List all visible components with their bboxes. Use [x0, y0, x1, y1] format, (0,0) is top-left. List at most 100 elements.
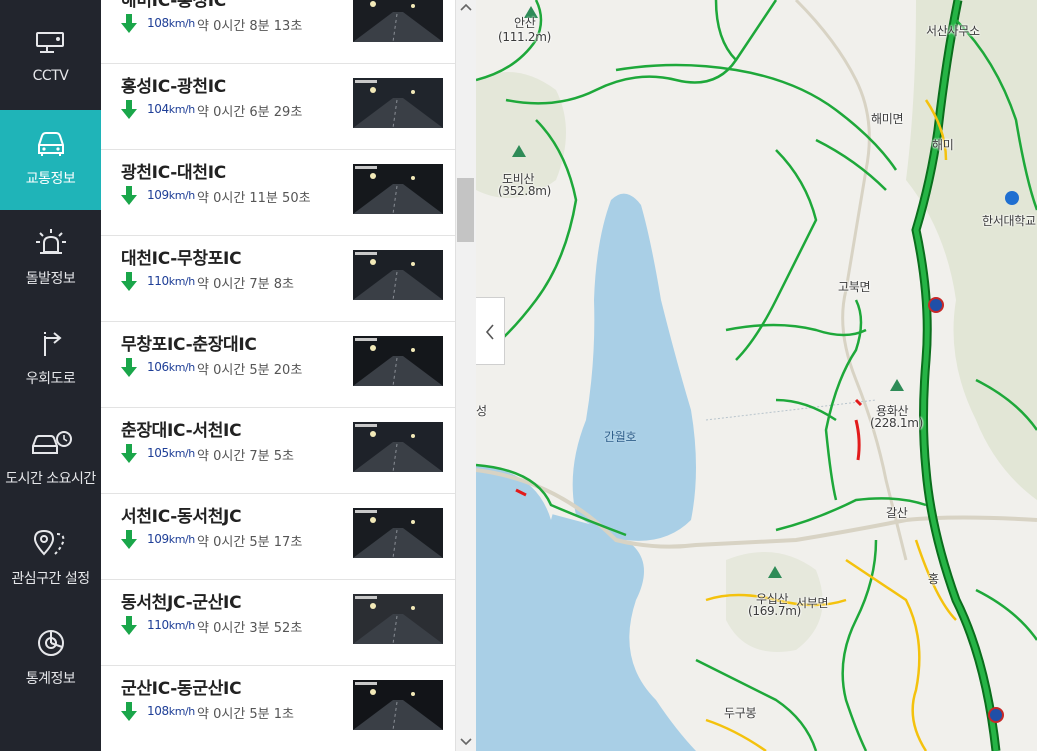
segment-row[interactable]: 광천IC-대천IC 109km/h 약 0시간 11분 50초	[101, 150, 455, 236]
segment-name: 동서천JC-군산IC	[121, 593, 242, 613]
cctv-thumbnail[interactable]	[353, 78, 443, 128]
map-label-ganwolho: 간월호	[604, 430, 637, 444]
app-root: CCTV 교통정보 돌발정보 우회도로 도시간 소요시간 관심구간 설정 통계정…	[0, 0, 1037, 751]
map-label-yonghwasan-height: (228.1m)	[870, 416, 924, 430]
speed-down-arrow-icon	[121, 14, 137, 33]
map-label-hanseo-univ: 한서대학교	[982, 214, 1036, 228]
traffic-map[interactable]: 안산 (111.2m) 도비산 (352.8m) 간월호 서산사무소 해미면 해…	[476, 0, 1037, 751]
segment-row[interactable]: 무창포IC-춘장대IC 106km/h 약 0시간 5분 20초	[101, 322, 455, 408]
nav-item-detour-road[interactable]: 우회도로	[0, 310, 101, 410]
segment-travel-time: 약 0시간 7분 8초	[197, 277, 295, 292]
segment-row[interactable]: 군산IC-동군산IC 108km/h 약 0시간 5분 1초	[101, 666, 455, 751]
cctv-thumbnail[interactable]	[353, 594, 443, 644]
scroll-up-arrow-icon[interactable]	[460, 3, 472, 11]
segment-travel-time: 약 0시간 8분 13초	[197, 19, 303, 34]
segment-travel-time: 약 0시간 5분 20초	[197, 363, 303, 378]
map-label-ansan-height: (111.2m)	[498, 30, 552, 44]
nav-label-statistics: 통계정보	[25, 671, 76, 687]
location-pin-icon	[25, 528, 77, 558]
segment-name: 광천IC-대천IC	[121, 163, 226, 183]
side-navigation: CCTV 교통정보 돌발정보 우회도로 도시간 소요시간 관심구간 설정 통계정…	[0, 0, 101, 751]
segment-row[interactable]: 춘장대IC-서천IC 105km/h 약 0시간 7분 5초	[101, 408, 455, 494]
speed-down-arrow-icon	[121, 358, 137, 377]
segment-speed: 106km/h	[147, 360, 195, 374]
nav-item-incident-info[interactable]: 돌발정보	[0, 210, 101, 310]
segment-speed: 105km/h	[147, 446, 195, 460]
car-clock-icon	[25, 428, 77, 458]
segment-row[interactable]: 홍성IC-광천IC 104km/h 약 0시간 6분 29초	[101, 64, 455, 150]
map-label-seosan-office: 서산사무소	[926, 24, 980, 38]
nav-item-traffic-info[interactable]: 교통정보	[0, 110, 101, 210]
speed-down-arrow-icon	[121, 272, 137, 291]
map-label-dobisan-height: (352.8m)	[498, 184, 552, 198]
map-label-hong: 홍	[928, 572, 939, 586]
map-label-ansan: 안산	[514, 16, 536, 30]
map-label-dugubong: 두구봉	[724, 706, 757, 720]
cctv-thumbnail[interactable]	[353, 336, 443, 386]
cctv-thumbnail[interactable]	[353, 250, 443, 300]
map-label-seobu-myeon: 서부면	[796, 596, 829, 610]
nav-label-intercity-time: 도시간 소요시간	[5, 471, 96, 487]
speed-down-arrow-icon	[121, 444, 137, 463]
segment-speed: 108km/h	[147, 16, 195, 30]
car-icon	[25, 128, 77, 158]
map-label-seong: 성	[476, 404, 487, 418]
segment-row[interactable]: 대천IC-무창포IC 110km/h 약 0시간 7분 8초	[101, 236, 455, 322]
map-label-galsan: 갈산	[886, 506, 908, 520]
collapse-panel-button[interactable]	[476, 297, 505, 365]
alert-siren-icon	[25, 228, 77, 258]
segment-name: 서천IC-동서천JC	[121, 507, 242, 527]
segment-speed: 109km/h	[147, 532, 195, 546]
nav-label-cctv: CCTV	[32, 68, 69, 84]
map-label-usisan-height: (169.7m)	[748, 604, 802, 618]
segment-name: 대천IC-무창포IC	[121, 249, 242, 269]
segment-list: 해미IC-홍성IC 108km/h 약 0시간 8분 13초 홍성IC-광천IC 104…	[101, 0, 455, 751]
map-label-gobuk-myeon: 고북면	[838, 280, 871, 294]
nav-item-interest-section[interactable]: 관심구간 설정	[0, 510, 101, 610]
scroll-down-arrow-icon[interactable]	[460, 738, 472, 746]
statistics-icon	[25, 628, 77, 658]
segment-travel-time: 약 0시간 5분 17초	[197, 535, 303, 550]
nav-label-interest-section: 관심구간 설정	[11, 571, 90, 587]
segment-travel-time: 약 0시간 6분 29초	[197, 105, 303, 120]
segment-name: 홍성IC-광천IC	[121, 77, 226, 97]
speed-down-arrow-icon	[121, 186, 137, 205]
segment-name: 무창포IC-춘장대IC	[121, 335, 257, 355]
cctv-thumbnail[interactable]	[353, 508, 443, 558]
cctv-thumbnail[interactable]	[353, 680, 443, 730]
nav-item-intercity-time[interactable]: 도시간 소요시간	[0, 410, 101, 510]
segment-speed: 110km/h	[147, 618, 195, 632]
segment-travel-time: 약 0시간 7분 5초	[197, 449, 295, 464]
nav-item-cctv[interactable]: CCTV	[0, 10, 101, 110]
cctv-thumbnail[interactable]	[353, 422, 443, 472]
scroll-thumb[interactable]	[457, 178, 474, 242]
segment-name: 해미IC-홍성IC	[121, 0, 226, 11]
nav-label-detour-road: 우회도로	[25, 371, 76, 387]
segment-speed: 109km/h	[147, 188, 195, 202]
segment-travel-time: 약 0시간 5분 1초	[197, 707, 295, 722]
nav-label-incident-info: 돌발정보	[25, 271, 76, 287]
speed-down-arrow-icon	[121, 702, 137, 721]
detour-icon	[25, 328, 77, 358]
segment-row[interactable]: 해미IC-홍성IC 108km/h 약 0시간 8분 13초	[101, 0, 455, 64]
segment-row[interactable]: 동서천JC-군산IC 110km/h 약 0시간 3분 52초	[101, 580, 455, 666]
map-label-haemi-myeon: 해미면	[871, 112, 904, 126]
map-label-haemi: 해미	[932, 138, 954, 152]
segment-speed: 104km/h	[147, 102, 195, 116]
speed-down-arrow-icon	[121, 530, 137, 549]
cctv-thumbnail[interactable]	[353, 164, 443, 214]
segment-name: 군산IC-동군산IC	[121, 679, 242, 699]
cctv-thumbnail[interactable]	[353, 0, 443, 42]
speed-down-arrow-icon	[121, 616, 137, 635]
chevron-left-icon	[485, 324, 494, 340]
segment-row[interactable]: 서천IC-동서천JC 109km/h 약 0시간 5분 17초	[101, 494, 455, 580]
nav-item-statistics[interactable]: 통계정보	[0, 610, 101, 710]
segment-travel-time: 약 0시간 3분 52초	[197, 621, 303, 636]
list-scrollbar[interactable]	[455, 0, 476, 751]
segment-name: 춘장대IC-서천IC	[121, 421, 242, 441]
segment-travel-time: 약 0시간 11분 50초	[197, 191, 311, 206]
segment-speed: 110km/h	[147, 274, 195, 288]
map-canvas[interactable]	[476, 0, 1037, 751]
segment-speed: 108km/h	[147, 704, 195, 718]
cctv-icon	[25, 30, 77, 60]
